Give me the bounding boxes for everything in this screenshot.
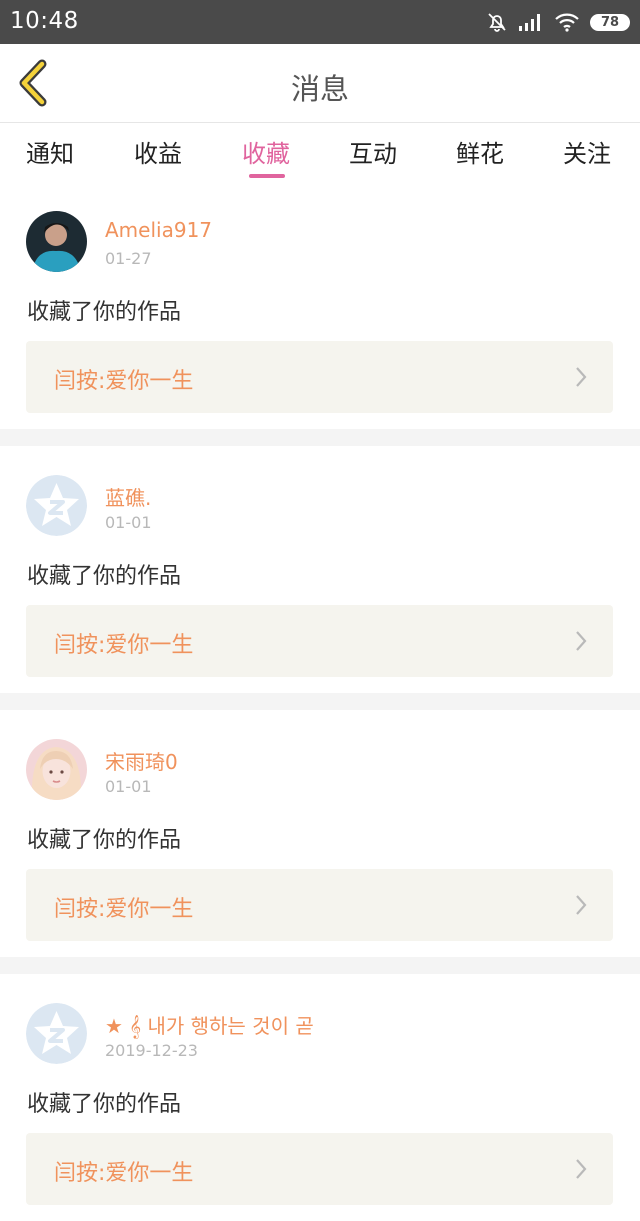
divider bbox=[0, 957, 640, 974]
avatar[interactable] bbox=[26, 739, 87, 800]
chevron-right-icon bbox=[576, 631, 587, 651]
bell-off-icon bbox=[488, 13, 506, 32]
message-text: 收藏了你的作品 bbox=[27, 300, 182, 325]
tab-following[interactable]: 关注 bbox=[563, 134, 611, 169]
timestamp: 01-01 bbox=[105, 777, 152, 796]
active-tab-indicator bbox=[249, 174, 285, 178]
work-link[interactable]: 闫按:爱你一生 bbox=[26, 605, 613, 677]
status-bar: 10:48 78 bbox=[0, 0, 640, 44]
avatar[interactable] bbox=[26, 1003, 87, 1064]
user-name[interactable]: ★ 𝄞 내가 행하는 것이 곧 bbox=[105, 1010, 314, 1039]
tab-flowers[interactable]: 鲜花 bbox=[456, 134, 504, 169]
message-text: 收藏了你的作品 bbox=[27, 564, 182, 589]
work-link[interactable]: 闫按:爱你一生 bbox=[26, 869, 613, 941]
battery-icon: 78 bbox=[590, 13, 630, 31]
tab-earnings[interactable]: 收益 bbox=[134, 134, 182, 169]
timestamp: 2019-12-23 bbox=[105, 1041, 198, 1060]
work-title: 闫按:爱你一生 bbox=[54, 369, 194, 394]
work-title: 闫按:爱你一生 bbox=[54, 897, 194, 922]
chevron-right-icon bbox=[576, 1159, 587, 1179]
notification-feed: Amelia917 01-27 收藏了你的作品 闫按:爱你一生 蓝礁. 01-0… bbox=[0, 182, 640, 1221]
list-item: ★ 𝄞 내가 행하는 것이 곧 2019-12-23 收藏了你的作品 闫按:爱你… bbox=[0, 974, 640, 1221]
tab-interactions[interactable]: 互动 bbox=[349, 134, 397, 169]
tab-favorites[interactable]: 收藏 bbox=[242, 134, 290, 169]
tab-bar: 通知 收益 收藏 互动 鲜花 关注 bbox=[0, 122, 640, 182]
timestamp: 01-27 bbox=[105, 249, 152, 268]
user-name[interactable]: 蓝礁. bbox=[105, 482, 151, 511]
message-text: 收藏了你的作品 bbox=[27, 1092, 182, 1117]
status-time: 10:48 bbox=[10, 8, 79, 34]
user-name[interactable]: 宋雨琦0 bbox=[105, 746, 178, 775]
tab-notifications[interactable]: 通知 bbox=[26, 134, 74, 169]
signal-icon bbox=[519, 14, 540, 31]
status-icons: 78 bbox=[486, 9, 630, 35]
avatar[interactable] bbox=[26, 475, 87, 536]
chevron-right-icon bbox=[576, 895, 587, 915]
work-title: 闫按:爱你一生 bbox=[54, 633, 194, 658]
work-link[interactable]: 闫按:爱你一生 bbox=[26, 1133, 613, 1205]
divider bbox=[0, 693, 640, 710]
work-link[interactable]: 闫按:爱你一生 bbox=[26, 341, 613, 413]
user-name[interactable]: Amelia917 bbox=[105, 218, 212, 242]
page-title: 消息 bbox=[290, 72, 349, 106]
work-title: 闫按:爱你一生 bbox=[54, 1161, 194, 1186]
timestamp: 01-01 bbox=[105, 513, 152, 532]
list-item: 蓝礁. 01-01 收藏了你的作品 闫按:爱你一生 bbox=[0, 446, 640, 693]
chevron-right-icon bbox=[576, 367, 587, 387]
divider bbox=[0, 429, 640, 446]
list-item: 宋雨琦0 01-01 收藏了你的作品 闫按:爱你一生 bbox=[0, 710, 640, 957]
list-item: Amelia917 01-27 收藏了你的作品 闫按:爱你一生 bbox=[0, 182, 640, 429]
message-text: 收藏了你的作品 bbox=[27, 828, 182, 853]
wifi-icon bbox=[555, 13, 579, 32]
app-header: 消息 bbox=[0, 44, 640, 123]
avatar[interactable] bbox=[26, 211, 87, 272]
